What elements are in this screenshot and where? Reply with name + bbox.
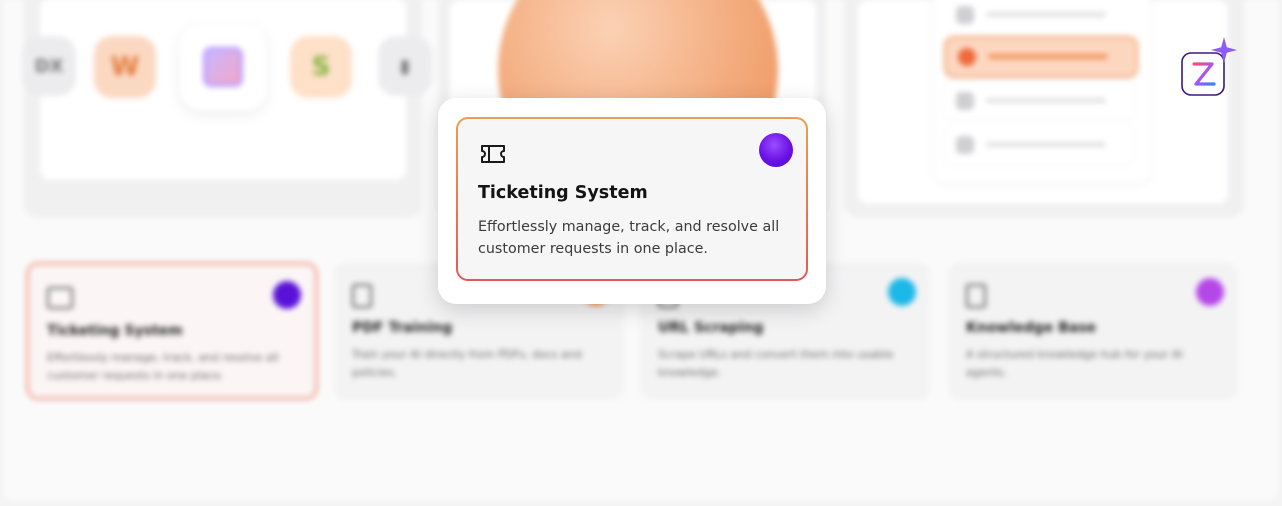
list-row <box>944 82 1134 120</box>
wordpress-icon: W <box>94 36 156 98</box>
app-hub-glyph <box>203 47 243 87</box>
integration-node-text: DX <box>22 36 76 96</box>
list-row <box>944 0 1134 34</box>
ticket-icon <box>481 145 505 163</box>
device-icon: ▮ <box>378 36 432 96</box>
feature-card-description: Effortlessly manage, track, and resolve … <box>47 351 279 382</box>
popup-card[interactable]: Ticketing System Effortlessly manage, tr… <box>456 117 808 281</box>
feature-card-description: Scrape URLs and convert them into usable… <box>658 348 894 379</box>
feature-popup: Ticketing System Effortlessly manage, tr… <box>438 98 826 304</box>
sparkle-logo-icon[interactable] <box>1180 37 1237 96</box>
list-row-bar <box>988 54 1108 59</box>
feature-card-description: Train your AI directly from PDFs, docs a… <box>352 348 582 379</box>
popup-description: Effortlessly manage, track, and resolve … <box>478 219 780 257</box>
shopify-icon: S <box>290 36 352 98</box>
feature-card-knowledge[interactable]: Knowledge Base A structured knowledge hu… <box>948 262 1238 400</box>
feature-card-title: Knowledge Base <box>966 320 1097 336</box>
list-row-icon <box>956 6 974 24</box>
list-row-bar <box>986 98 1106 103</box>
feature-showcase: DX W S ▮ Ticketing System Effortlessly m… <box>0 0 1282 506</box>
popup-title: Ticketing System <box>478 183 648 203</box>
list-row-bar <box>986 12 1106 17</box>
feature-card-description: A structured knowledge hub for your AI a… <box>966 348 1183 379</box>
app-hub-icon <box>180 24 266 110</box>
list-row <box>944 126 1134 164</box>
feature-card-ticketing[interactable]: Ticketing System Effortlessly manage, tr… <box>26 262 318 400</box>
list-row-icon <box>958 48 976 66</box>
ticket-icon <box>47 287 73 309</box>
list-row-bar <box>986 142 1106 147</box>
feature-card-title: URL Scraping <box>658 320 764 336</box>
accent-dot <box>888 278 916 306</box>
accent-dot <box>759 133 793 167</box>
feature-card-title: Ticketing System <box>47 323 183 339</box>
list-row-icon <box>956 136 974 154</box>
accent-dot <box>1196 278 1224 306</box>
feature-card-title: PDF Training <box>352 320 453 336</box>
list-row-active <box>944 36 1138 78</box>
document-icon <box>352 284 372 308</box>
book-icon <box>966 284 986 308</box>
accent-dot <box>273 281 301 309</box>
list-row-icon <box>956 92 974 110</box>
